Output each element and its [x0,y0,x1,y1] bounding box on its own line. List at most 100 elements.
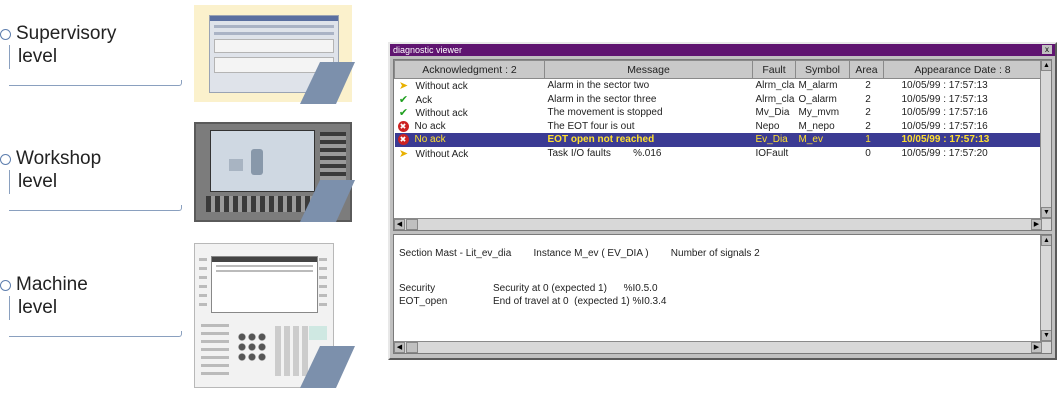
window-titlebar: diagnostic viewer x [390,44,1055,56]
row-message: Alarm in the sector two [547,80,650,92]
table-header: Acknowledgment : 2 Message Fault Symbol … [394,60,1042,79]
row-ack: Ack [415,94,433,106]
circle-icon [0,28,11,40]
alarm-detail-pane: Section Mast - Lit_ev_dia Instance M_ev … [393,234,1052,354]
alarm-list-pane: Acknowledgment : 2 Message Fault Symbol … [393,59,1052,231]
detail-header: Section Mast - Lit_ev_dia Instance M_ev … [399,248,760,259]
row-message: The movement is stopped [547,107,663,119]
detail-vertical-scrollbar[interactable]: ▲ ▼ [1040,235,1051,341]
connector-line [9,205,182,211]
row-area: 2 [865,80,871,92]
circle-icon [0,279,11,291]
connector-line [9,80,182,86]
row-message: EOT open not reached [544,133,753,147]
wedge-shape [300,180,355,222]
row-date: 10/05/99 : 17:57:16 [901,120,988,132]
workshop-level: Workshop level [0,148,190,211]
window-title: diagnostic viewer [393,45,463,55]
scroll-left-button[interactable]: ◀ [394,342,405,353]
row-message: Task I/O faults %.016 [547,147,662,159]
circle-icon [0,153,11,165]
detail-horizontal-scrollbar[interactable]: ◀ ▶ [394,341,1051,353]
check-icon: ✔ [398,93,409,106]
row-area: 0 [865,147,871,159]
level-label: level [9,170,190,194]
signal-row: EOT_open End of travel at 0 (expected 1) … [399,296,666,307]
scroll-thumb[interactable] [406,342,418,353]
connector-line [9,331,182,337]
scroll-right-button[interactable]: ▶ [1031,342,1042,353]
arrow-icon: ➤ [398,80,409,93]
row-fault: IOFault [755,147,789,159]
row-fault: Mv_Dia [755,107,790,119]
signal-name: Security [399,283,436,294]
row-symbol: O_alarm [798,93,837,105]
row-symbol: M_nepo [798,120,835,132]
row-fault: Alrm_cla [755,93,795,105]
level-label: level [9,45,190,69]
column-fault[interactable]: Fault [752,60,796,79]
error-icon: ✖ [397,134,409,146]
row-ack: Without ack [415,108,468,120]
row-ack: Without ack [415,81,468,93]
diagnostic-viewer-window: diagnostic viewer x Acknowledgment : 2 M… [388,42,1057,360]
wedge-shape [300,346,355,388]
column-area[interactable]: Area [849,60,884,79]
row-fault: Ev_Dia [752,133,796,147]
table-row[interactable]: ✔ Ack Alarm in the sector three Alrm_cla … [395,93,1042,107]
table-row[interactable]: ✖ No ack The EOT four is out Nepo M_nepo … [395,120,1042,134]
table-row-selected[interactable]: ✖ No ack EOT open not reached Ev_Dia M_ev… [394,133,1042,147]
row-ack: No ack [414,134,446,146]
row-date: 10/05/99 : 17:57:16 [901,107,988,119]
scroll-up-button[interactable]: ▲ [1041,235,1051,246]
column-date[interactable]: Appearance Date : 8 [883,60,1042,79]
table-row[interactable]: ➤ Without Ack Task I/O faults %.016 IOFau… [395,147,1042,161]
row-symbol: M_alarm [798,80,838,92]
arrow-icon: ➤ [398,147,409,160]
horizontal-scrollbar[interactable]: ◀ ▶ [394,218,1051,230]
row-area: 2 [865,93,871,105]
row-area: 2 [865,107,871,119]
column-ack[interactable]: Acknowledgment : 2 [394,60,545,79]
level-label: level [9,296,190,320]
table-row[interactable]: ➤ Without ack Alarm in the sector two Alr… [395,79,1042,93]
signal-description: End of travel at 0 (expected 1) %I0.3.4 [493,296,667,307]
row-fault: Alrm_cla [755,80,795,92]
column-message[interactable]: Message [544,60,753,79]
error-icon: ✖ [397,120,409,132]
signal-description: Security at 0 (expected 1) %I0.5.0 [493,283,658,294]
row-date: 10/05/99 : 17:57:20 [901,147,988,159]
scroll-down-button[interactable]: ▼ [1041,207,1051,218]
row-area: 1 [849,133,884,147]
scroll-down-button[interactable]: ▼ [1041,330,1051,341]
row-area: 2 [865,120,871,132]
scroll-right-button[interactable]: ▶ [1031,219,1042,230]
row-ack: No ack [414,120,446,132]
close-button[interactable]: x [1042,45,1052,54]
row-symbol: M_ev [795,133,850,147]
row-symbol: My_mvm [798,107,840,119]
column-symbol[interactable]: Symbol [795,60,850,79]
alarm-table: Acknowledgment : 2 Message Fault Symbol … [394,60,1042,160]
row-ack: Without Ack [415,148,469,160]
machine-level: Machine level [0,274,190,337]
row-date: 10/05/99 : 17:57:13 [901,93,988,105]
scroll-left-button[interactable]: ◀ [394,219,405,230]
supervisory-level: Supervisory level [0,23,190,86]
signal-name: EOT_open [399,296,448,307]
row-symbol [796,147,850,161]
row-message: Alarm in the sector three [547,93,657,105]
row-date: 10/05/99 : 17:57:13 [901,80,988,92]
signal-row: Security Security at 0 (expected 1) %I0.5… [399,283,658,294]
wedge-shape [300,62,355,104]
level-name: Machine [16,274,88,295]
row-fault: Nepo [755,120,780,132]
scroll-up-button[interactable]: ▲ [1041,60,1051,71]
vertical-scrollbar[interactable]: ▲ ▼ [1040,60,1051,218]
check-icon: ✔ [398,107,409,120]
row-message: The EOT four is out [547,120,635,132]
level-name: Workshop [16,148,102,169]
table-row[interactable]: ✔ Without ack The movement is stopped Mv_… [395,106,1042,120]
level-name: Supervisory [16,23,117,44]
scroll-thumb[interactable] [406,219,418,230]
